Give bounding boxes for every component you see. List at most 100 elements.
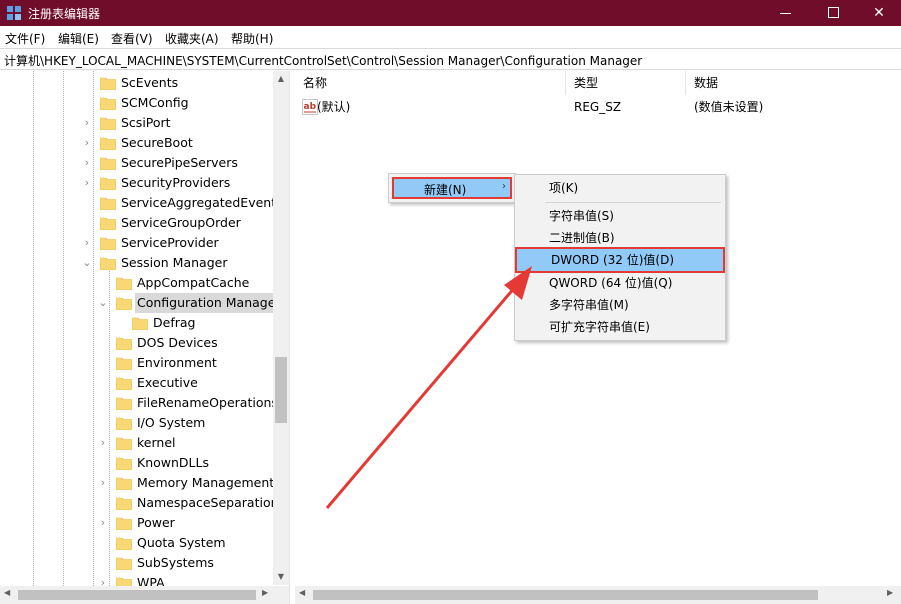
tree-item[interactable]: › ServiceProvider <box>0 233 273 253</box>
tree-item[interactable]: › kernel <box>0 433 273 453</box>
scroll-right-icon[interactable]: ▶ <box>887 588 893 597</box>
chevron-right-icon[interactable]: › <box>98 513 108 533</box>
tree-item[interactable]: › Memory Management <box>0 473 275 493</box>
tree-item-label: DOS Devices <box>137 335 218 350</box>
folder-icon <box>100 77 116 90</box>
tree-item[interactable]: ServiceAggregatedEvents <box>0 193 283 213</box>
chevron-right-icon[interactable]: › <box>82 173 92 193</box>
scroll-thumb[interactable] <box>18 590 256 600</box>
column-header-type[interactable]: 类型 <box>566 71 686 95</box>
menu-item-qword-value[interactable]: QWORD (64 位)值(Q) <box>517 272 723 294</box>
folder-icon <box>116 477 132 490</box>
new-submenu: 项(K) 字符串值(S) 二进制值(B) DWORD (32 位)值(D) QW… <box>514 174 726 341</box>
tree-item-label: kernel <box>137 435 176 450</box>
values-horizontal-scrollbar[interactable]: ◀ ▶ <box>295 586 901 604</box>
chevron-right-icon[interactable]: › <box>82 153 92 173</box>
tree-item[interactable]: Environment <box>0 353 273 373</box>
tree-item[interactable]: ⌄ Session Manager <box>0 253 273 273</box>
value-data: (数值未设置) <box>694 100 764 114</box>
chevron-down-icon[interactable]: ⌄ <box>98 293 108 313</box>
tree-item[interactable]: › SecurityProviders <box>0 173 273 193</box>
menu-help[interactable]: 帮助(H) <box>231 30 273 47</box>
tree-item[interactable]: › SecureBoot <box>0 133 273 153</box>
chevron-right-icon[interactable]: › <box>82 113 92 133</box>
column-header-data[interactable]: 数据 <box>686 71 901 95</box>
tree-item-label: SubSystems <box>137 555 214 570</box>
menu-favorites[interactable]: 收藏夹(A) <box>165 30 219 47</box>
folder-icon <box>116 377 132 390</box>
tree-item-label: SecureBoot <box>121 135 193 150</box>
tree-item[interactable]: DOS Devices <box>0 333 273 353</box>
chevron-right-icon[interactable]: › <box>98 473 108 493</box>
tree-vertical-scrollbar[interactable]: ▲ ▼ <box>273 71 289 585</box>
folder-icon <box>100 177 116 190</box>
menu-view[interactable]: 查看(V) <box>111 30 153 47</box>
chevron-right-icon[interactable]: › <box>82 233 92 253</box>
minimize-button[interactable] <box>763 0 809 26</box>
menu-item-label: 项(K) <box>549 181 579 195</box>
address-path[interactable]: 计算机\HKEY_LOCAL_MACHINE\SYSTEM\CurrentCon… <box>4 52 642 69</box>
menu-item-key[interactable]: 项(K) <box>517 177 723 199</box>
tree-item-label: SecurityProviders <box>121 175 231 190</box>
menu-item-new-label: 新建(N) <box>424 183 467 197</box>
tree-item[interactable]: SCMConfig <box>0 93 273 113</box>
tree-item[interactable]: ⌄ Configuration Manager <box>0 293 283 313</box>
menu-item-label: 多字符串值(M) <box>549 298 629 312</box>
column-header-name[interactable]: 名称 <box>295 71 566 95</box>
chevron-down-icon[interactable]: ⌄ <box>82 253 92 273</box>
tree-horizontal-scrollbar[interactable]: ◀ ▶ <box>0 586 289 604</box>
tree-item-label: Environment <box>137 355 217 370</box>
tree-item[interactable]: NamespaceSeparation <box>0 493 279 513</box>
tree-item-label: FileRenameOperations <box>137 395 278 410</box>
maximize-button[interactable] <box>810 0 856 26</box>
tree-item[interactable]: › Power <box>0 513 273 533</box>
tree-item[interactable]: Quota System <box>0 533 273 553</box>
scroll-left-icon[interactable]: ◀ <box>4 588 10 597</box>
chevron-right-icon[interactable]: › <box>98 433 108 453</box>
tree-item[interactable]: › ScsiPort <box>0 113 273 133</box>
scroll-thumb[interactable] <box>275 357 287 423</box>
folder-icon <box>116 357 132 370</box>
tree-item[interactable]: ServiceGroupOrder <box>0 213 273 233</box>
scroll-up-icon[interactable]: ▲ <box>273 74 289 83</box>
scroll-thumb[interactable] <box>313 590 818 600</box>
folder-icon <box>100 197 116 210</box>
scroll-right-icon[interactable]: ▶ <box>262 588 268 597</box>
address-bar[interactable]: 计算机\HKEY_LOCAL_MACHINE\SYSTEM\CurrentCon… <box>0 48 901 70</box>
table-row[interactable]: ab (默认) REG_SZ (数值未设置) <box>295 97 901 117</box>
tree-item[interactable]: ScEvents <box>0 73 273 93</box>
menu-item-expandable-string-value[interactable]: 可扩充字符串值(E) <box>517 316 723 338</box>
registry-tree[interactable]: ScEvents SCMConfig › ScsiPort › SecureBoot › Se… <box>0 71 289 604</box>
menu-file[interactable]: 文件(F) <box>5 30 45 47</box>
folder-icon <box>100 97 116 110</box>
close-button[interactable]: ✕ <box>856 0 901 26</box>
tree-item-label: ScEvents <box>121 75 179 90</box>
tree-item[interactable]: I/O System <box>0 413 273 433</box>
folder-icon <box>100 137 116 150</box>
scroll-down-icon[interactable]: ▼ <box>273 572 289 581</box>
chevron-right-icon[interactable]: › <box>82 133 92 153</box>
tree-item[interactable]: Defrag <box>0 313 273 333</box>
menu-item-multi-string-value[interactable]: 多字符串值(M) <box>517 294 723 316</box>
menu-item-binary-value[interactable]: 二进制值(B) <box>517 227 723 249</box>
menu-item-string-value[interactable]: 字符串值(S) <box>517 205 723 227</box>
folder-icon <box>116 397 132 410</box>
tree-item[interactable]: FileRenameOperations <box>0 393 278 413</box>
folder-icon <box>116 417 132 430</box>
tree-item[interactable]: AppCompatCache <box>0 273 273 293</box>
tree-item[interactable]: SubSystems <box>0 553 273 573</box>
menu-edit[interactable]: 编辑(E) <box>58 30 99 47</box>
tree-item[interactable]: KnownDLLs <box>0 453 273 473</box>
tree-item-label: Defrag <box>153 315 196 330</box>
tree-item[interactable]: › SecurePipeServers <box>0 153 273 173</box>
scroll-left-icon[interactable]: ◀ <box>299 588 305 597</box>
tree-item-label: Memory Management <box>137 475 275 490</box>
tree-item[interactable]: Executive <box>0 373 273 393</box>
menu-item-label: 字符串值(S) <box>549 209 614 223</box>
folder-icon <box>100 217 116 230</box>
value-type: REG_SZ <box>574 100 622 114</box>
menu-separator <box>545 202 721 203</box>
menu-item-new[interactable]: 新建(N) › <box>392 177 512 199</box>
tree-item-label: KnownDLLs <box>137 455 209 470</box>
menu-item-dword-value[interactable]: DWORD (32 位)值(D) <box>515 247 725 273</box>
